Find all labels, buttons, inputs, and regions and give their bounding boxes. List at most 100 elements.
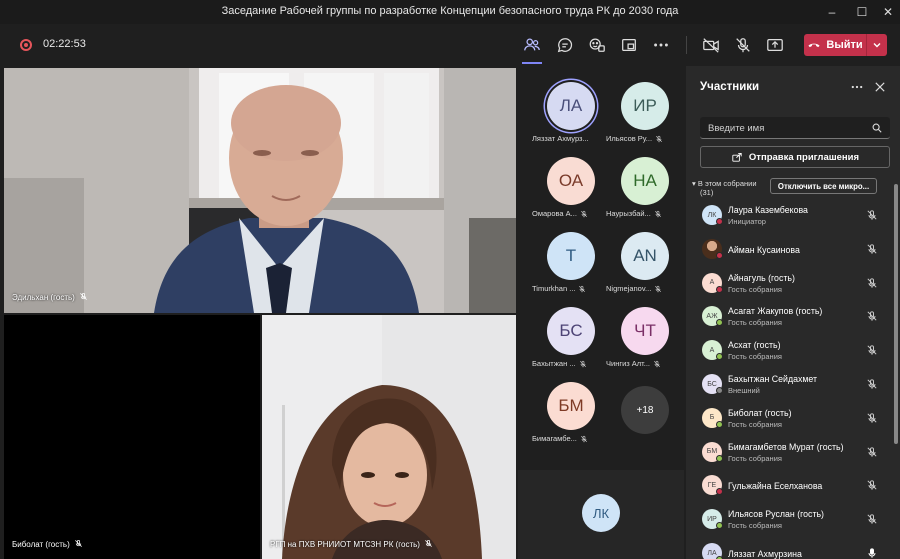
mic-off-icon[interactable] bbox=[866, 276, 878, 288]
minimize-icon[interactable]: – bbox=[822, 2, 842, 22]
section-count: (31) bbox=[700, 188, 714, 197]
gallery-tile[interactable]: БМ Бимагамбе... bbox=[532, 378, 606, 450]
gallery-tile[interactable]: AN Nigmejanov... bbox=[606, 228, 680, 300]
mic-off-icon[interactable] bbox=[866, 343, 878, 355]
participant-role: Гость собрания bbox=[728, 318, 782, 328]
tile-name: Биболат (гость) bbox=[12, 540, 70, 549]
participant-video-frame bbox=[262, 315, 516, 559]
mic-off-icon[interactable] bbox=[866, 445, 878, 457]
panel-title: Участники bbox=[700, 81, 760, 93]
panel-close-button[interactable] bbox=[873, 80, 887, 94]
panel-more-button[interactable] bbox=[850, 80, 864, 94]
avatar: ЧТ bbox=[621, 307, 669, 355]
toolbar-separator bbox=[686, 36, 687, 54]
participant-name: Чингиз Алт... bbox=[606, 359, 651, 368]
search-placeholder: Введите имя bbox=[708, 123, 765, 134]
mic-off-icon bbox=[653, 360, 661, 368]
speaker-name-label: Эдильхан (гость) bbox=[12, 292, 88, 303]
mute-all-button[interactable]: Отключить все микро... bbox=[770, 178, 877, 194]
speaker-name: Эдильхан (гость) bbox=[12, 293, 75, 302]
more-icon bbox=[851, 85, 863, 89]
participant-row[interactable]: А Асхат (гость) Гость собрания bbox=[686, 337, 892, 367]
camera-toggle-button[interactable] bbox=[699, 34, 723, 56]
leave-options-button[interactable] bbox=[867, 34, 887, 56]
participant-name: Nigmejanov... bbox=[606, 284, 652, 293]
chat-button[interactable] bbox=[553, 34, 577, 56]
gallery-tile[interactable]: +18 bbox=[606, 378, 680, 450]
participant-name: Лаура Казембекова bbox=[728, 205, 808, 215]
gallery-tile-name: Ильясов Ру... bbox=[606, 134, 686, 143]
meeting-toolbar: 02:22:53 Выйти bbox=[0, 24, 900, 66]
participant-row[interactable]: БС Бахытжан Сейдахмет Внешний bbox=[686, 371, 892, 401]
gallery-tile[interactable]: ОА Омарова А... bbox=[532, 153, 606, 225]
participants-gallery: ЛА Ляззат Ахмурз... ИР Ильясов Ру... ОА Омаро… bbox=[518, 68, 684, 468]
presence-status-icon bbox=[716, 251, 723, 259]
participant-row[interactable]: Айман Кусаинова bbox=[686, 236, 892, 266]
participant-row[interactable]: ГЕ Гульжайна Еселханова bbox=[686, 472, 892, 502]
maximize-icon[interactable]: ☐ bbox=[852, 2, 872, 22]
mic-off-icon bbox=[655, 135, 663, 143]
participant-row[interactable]: АЖ Асагат Жакупов (гость) Гость собрания bbox=[686, 303, 892, 333]
self-video-tile[interactable]: ЛК bbox=[518, 470, 684, 559]
gallery-tile[interactable]: ЧТ Чингиз Алт... bbox=[606, 303, 680, 375]
mic-off-icon[interactable] bbox=[866, 242, 878, 254]
mic-off-icon bbox=[578, 285, 586, 293]
rooms-button[interactable] bbox=[617, 34, 641, 56]
mic-off-icon[interactable] bbox=[866, 512, 878, 524]
more-participants-badge[interactable]: +18 bbox=[621, 386, 669, 434]
participant-role: Гость собрания bbox=[728, 284, 782, 294]
meeting-timer: 02:22:53 bbox=[43, 38, 86, 50]
title-bar: Заседание Рабочей группы по разработке К… bbox=[0, 0, 900, 24]
people-icon bbox=[524, 38, 540, 51]
reactions-icon bbox=[589, 38, 605, 52]
leave-button[interactable]: Выйти bbox=[804, 34, 866, 56]
close-window-icon[interactable]: ✕ bbox=[878, 2, 898, 22]
share-screen-icon bbox=[767, 38, 783, 52]
mic-off-icon bbox=[580, 435, 588, 443]
participant-row[interactable]: ЛА Ляззат Ахмурзина bbox=[686, 540, 892, 559]
presence-status-icon bbox=[716, 488, 723, 496]
tile-name: РГП на ПХВ РНИИОТ МТСЗН РК (гость) bbox=[270, 540, 420, 549]
mic-off-icon bbox=[79, 292, 88, 303]
hang-up-icon bbox=[808, 43, 820, 48]
participant-row[interactable]: Б Биболат (гость) Гость собрания bbox=[686, 405, 892, 435]
share-screen-button[interactable] bbox=[763, 34, 787, 56]
mic-on-icon[interactable] bbox=[866, 546, 878, 558]
mic-off-icon[interactable] bbox=[866, 309, 878, 322]
avatar: AN bbox=[621, 232, 669, 280]
window-title: Заседание Рабочей группы по разработке К… bbox=[221, 5, 679, 17]
speaker-video-tile[interactable]: Эдильхан (гость) bbox=[4, 68, 516, 313]
tile-name-label: Биболат (гость) bbox=[12, 539, 83, 550]
search-input[interactable]: Введите имя bbox=[700, 117, 890, 139]
participant-row[interactable]: ИР Ильясов Руслан (гость) Гость собрания bbox=[686, 506, 892, 536]
participant-row[interactable]: ЛК Лаура Казембекова Инициатор bbox=[686, 202, 892, 232]
mic-off-icon[interactable] bbox=[866, 411, 878, 423]
gallery-tile[interactable]: БС Бахытжан ... bbox=[532, 303, 606, 375]
mic-off-icon[interactable] bbox=[866, 478, 878, 491]
mic-off-icon[interactable] bbox=[866, 208, 878, 220]
speaker-video-frame bbox=[4, 68, 516, 313]
gallery-tile[interactable]: T Timurkhan ... bbox=[532, 228, 606, 300]
recording-icon bbox=[20, 39, 32, 51]
video-tile-rniiot[interactable]: РГП на ПХВ РНИИОТ МТСЗН РК (гость) bbox=[262, 315, 516, 559]
participant-name: Гульжайна Еселханова bbox=[728, 481, 823, 492]
mic-off-icon[interactable] bbox=[866, 377, 878, 389]
reactions-button[interactable] bbox=[585, 34, 609, 56]
section-header[interactable]: ▾ В этом собрании (31) bbox=[692, 179, 757, 197]
participants-scrollbar[interactable] bbox=[894, 184, 898, 444]
more-icon bbox=[654, 43, 668, 47]
more-actions-button[interactable] bbox=[649, 34, 673, 56]
participant-row[interactable]: А Айнагуль (гость) Гость собрания bbox=[686, 270, 892, 300]
gallery-tile[interactable]: ЛА Ляззат Ахмурз... bbox=[532, 78, 606, 150]
presence-status-icon bbox=[716, 319, 723, 327]
presence-status-icon bbox=[716, 454, 723, 462]
mic-toggle-button[interactable] bbox=[731, 34, 755, 56]
video-tile-biboat[interactable]: Биболат (гость) bbox=[4, 315, 260, 559]
send-invite-button[interactable]: Отправка приглашения bbox=[700, 146, 890, 168]
gallery-tile[interactable]: НА Наурызбай... bbox=[606, 153, 680, 225]
share-icon bbox=[732, 152, 742, 162]
gallery-tile[interactable]: ИР Ильясов Ру... bbox=[606, 78, 680, 150]
send-invite-label: Отправка приглашения bbox=[748, 151, 860, 163]
participants-button[interactable] bbox=[520, 34, 544, 56]
participant-row[interactable]: БМ Бимагамбетов Мурат (гость) Гость собран… bbox=[686, 439, 892, 469]
